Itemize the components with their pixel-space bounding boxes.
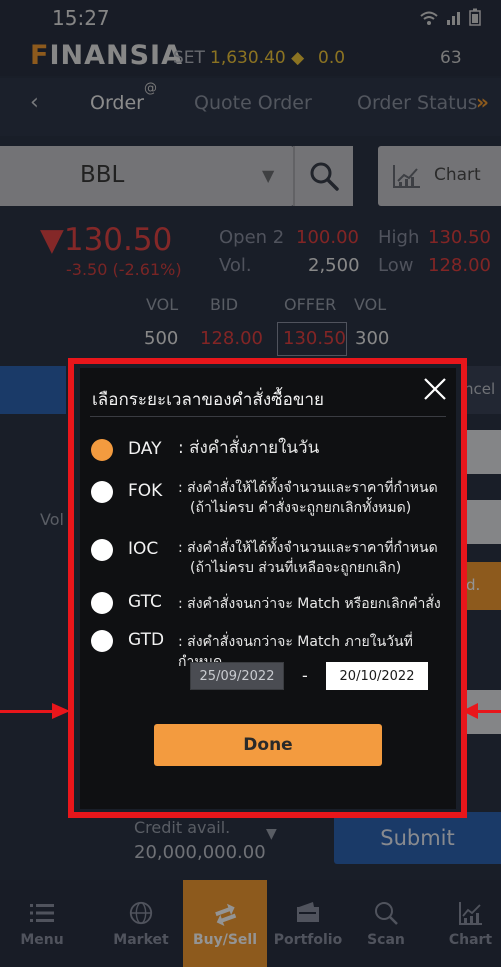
radio-ioc[interactable] [91, 539, 113, 561]
gtd-start-date-field[interactable]: 25/09/2022 [190, 662, 284, 690]
radio-gtd[interactable] [91, 630, 113, 652]
done-button[interactable]: Done [154, 724, 382, 766]
option-gtc-code[interactable]: GTC [128, 592, 162, 612]
gtd-end-date-field[interactable]: 20/10/2022 [326, 662, 428, 690]
option-day-desc: : ส่งคำสั่งภายในวัน [178, 438, 320, 458]
dialog-title: เลือกระยะเวลาของคำสั่งซื้อขาย [92, 390, 325, 410]
annotation-arrow-left [0, 710, 56, 713]
close-icon [424, 378, 446, 400]
dialog-divider [90, 416, 446, 417]
option-ioc-desc-line2: (ถ้าไม่ครบ ส่วนที่เหลือจะถูกยกเลิก) [190, 560, 402, 576]
option-ioc-desc-line1: : ส่งคำสั่งให้ได้ทั้งจำนวนและราคาที่กำหน… [178, 540, 438, 556]
option-gtd-code[interactable]: GTD [128, 630, 164, 650]
option-fok-desc-line1: : ส่งคำสั่งให้ได้ทั้งจำนวนและราคาที่กำหน… [178, 480, 438, 496]
option-fok-desc-line2: (ถ้าไม่ครบ คำสั่งจะถูกยกเลิกทั้งหมด) [190, 500, 412, 516]
date-range-separator: - [302, 666, 308, 685]
radio-fok[interactable] [91, 481, 113, 503]
radio-day[interactable] [91, 439, 113, 461]
option-gtc-desc: : ส่งคำสั่งจนกว่าจะ Match หรือยกเลิกคำสั… [178, 596, 441, 612]
close-button[interactable] [418, 372, 452, 406]
option-day-code[interactable]: DAY [128, 439, 162, 459]
radio-gtc[interactable] [91, 592, 113, 614]
option-ioc-code[interactable]: IOC [128, 539, 158, 559]
validity-dialog: เลือกระยะเวลาของคำสั่งซื้อขาย DAY : ส่งค… [80, 368, 456, 809]
option-fok-code[interactable]: FOK [128, 481, 162, 501]
